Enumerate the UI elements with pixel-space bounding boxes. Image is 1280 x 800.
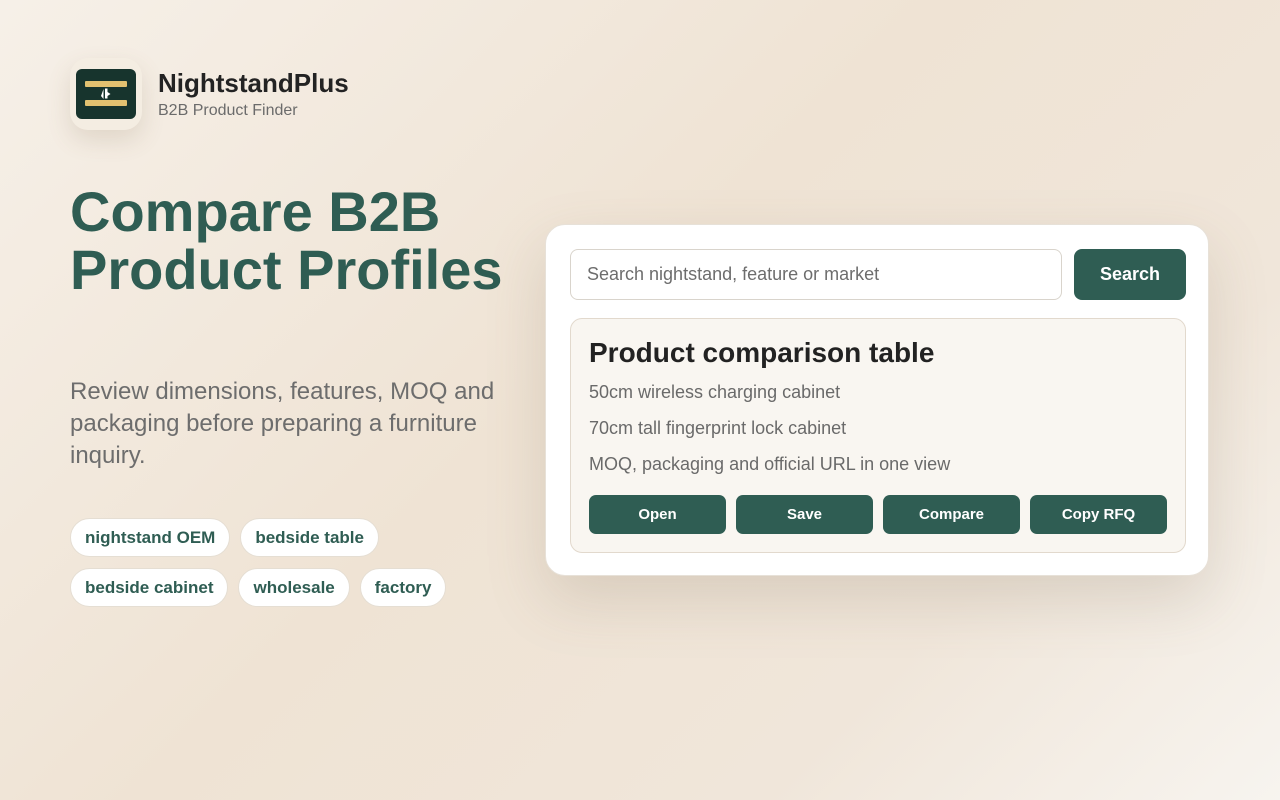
card-actions: Open Save Compare Copy RFQ [589,495,1167,534]
hero-subtitle: Review dimensions, features, MOQ and pac… [70,378,495,469]
tag-nightstand-oem[interactable]: nightstand OEM [70,518,231,557]
search-button[interactable]: Search [1074,249,1186,300]
search-input[interactable] [570,249,1062,300]
app-logo [70,58,142,130]
compare-button[interactable]: Compare [883,495,1020,534]
comparison-card: Product comparison table 50cm wireless c… [570,318,1186,553]
tag-factory[interactable]: factory [359,568,447,607]
card-title: Product comparison table [589,337,935,368]
app-subtitle: B2B Product Finder [158,102,298,119]
tag-bedside-cabinet[interactable]: bedside cabinet [70,568,229,607]
feature-item: MOQ, packaging and official URL in one v… [589,454,951,474]
brand-header: NightstandPlus B2B Product Finder [70,58,349,130]
app-name: NightstandPlus [158,68,349,98]
search-panel: Search Product comparison table 50cm wir… [545,224,1209,576]
feature-item: 70cm tall fingerprint lock cabinet [589,418,847,438]
hero-title: Compare B2B Product Profiles [70,180,503,301]
nightstand-logo-icon [76,69,136,119]
feature-item: 50cm wireless charging cabinet [589,382,841,402]
copy-rfq-button[interactable]: Copy RFQ [1030,495,1167,534]
tag-bedside-table[interactable]: bedside table [240,518,379,557]
keyword-tags: nightstand OEM bedside table bedside cab… [70,518,490,607]
save-button[interactable]: Save [736,495,873,534]
tag-wholesale[interactable]: wholesale [238,568,350,607]
open-button[interactable]: Open [589,495,726,534]
